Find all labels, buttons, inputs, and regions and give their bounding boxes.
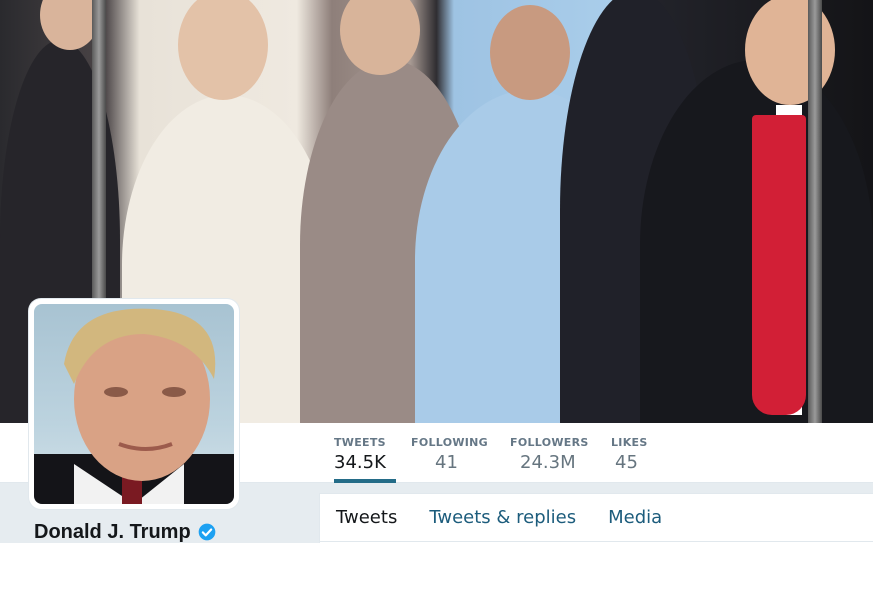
banner-figure bbox=[490, 5, 570, 100]
timeline-tabs: Tweets Tweets & replies Media bbox=[319, 493, 873, 543]
stat-followers[interactable]: FOLLOWERS 24.3M bbox=[510, 423, 590, 483]
tab-tweets[interactable]: Tweets bbox=[320, 494, 413, 542]
stat-label: FOLLOWING bbox=[411, 436, 489, 449]
stat-label: FOLLOWERS bbox=[510, 436, 589, 449]
page-content-area bbox=[0, 543, 873, 603]
stat-value: 24.3M bbox=[520, 452, 576, 473]
stat-label: LIKES bbox=[611, 436, 648, 449]
tab-tweets-and-replies[interactable]: Tweets & replies bbox=[413, 494, 592, 542]
stat-label: TWEETS bbox=[334, 436, 386, 449]
tab-media[interactable]: Media bbox=[592, 494, 678, 542]
profile-name[interactable]: Donald J. Trump bbox=[34, 521, 191, 544]
stat-value: 34.5K bbox=[334, 452, 386, 473]
stat-following[interactable]: FOLLOWING 41 bbox=[411, 423, 491, 483]
banner-pole bbox=[808, 0, 822, 423]
profile-name-row: Donald J. Trump bbox=[34, 519, 217, 545]
stat-value: 41 bbox=[435, 452, 458, 473]
profile-avatar[interactable] bbox=[29, 299, 239, 509]
avatar-portrait bbox=[34, 308, 234, 504]
banner-figure bbox=[178, 0, 268, 100]
verified-badge-icon bbox=[198, 523, 216, 541]
stat-tweets[interactable]: TWEETS 34.5K bbox=[334, 423, 396, 483]
banner-figure bbox=[752, 115, 806, 415]
avatar-image bbox=[34, 304, 234, 504]
stat-value: 45 bbox=[615, 452, 638, 473]
stat-likes[interactable]: LIKES 45 bbox=[611, 423, 651, 483]
